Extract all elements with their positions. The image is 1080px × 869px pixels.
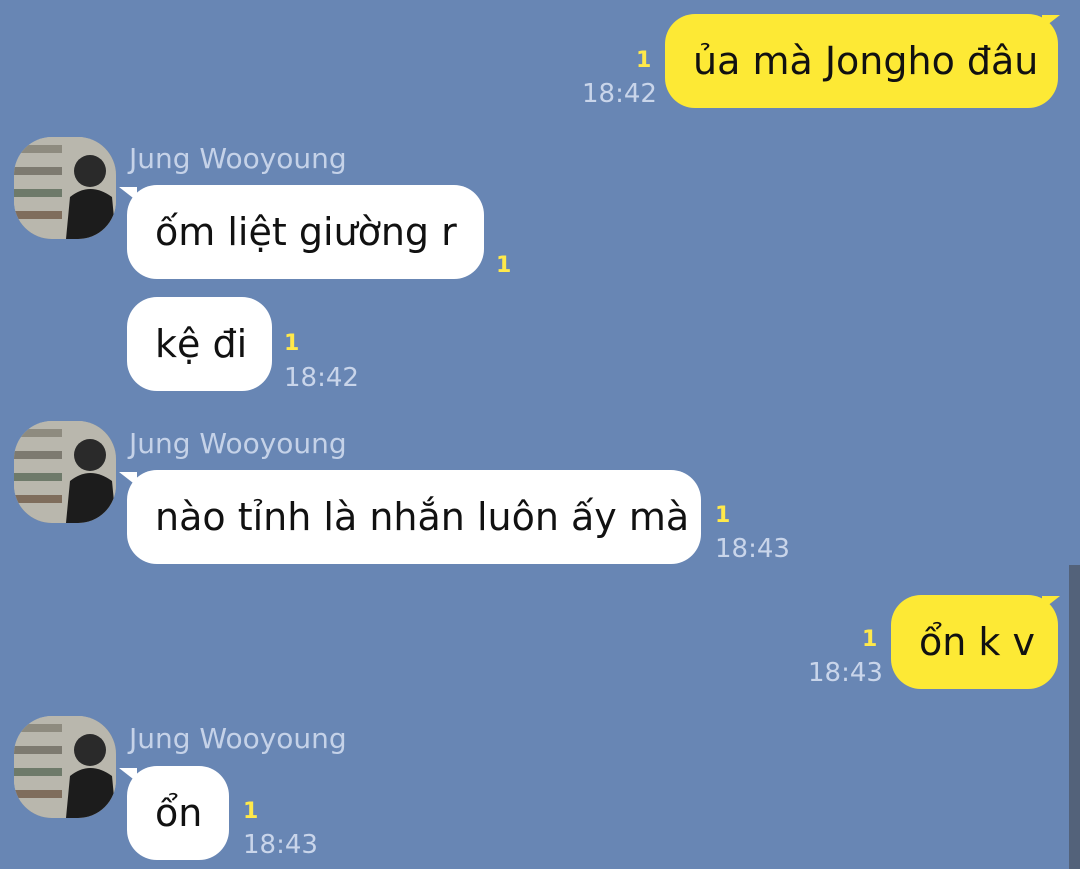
avatar-photo-icon [14,137,116,239]
message-text: nào tỉnh là nhắn luôn ấy mà [155,495,690,539]
message-text: ổn [155,791,203,835]
message-text: ốm liệt giường r [155,210,457,254]
unread-count: 1 [715,503,731,528]
bubble-tail [1042,596,1060,610]
unread-count: 1 [862,627,878,652]
incoming-message-bubble[interactable]: kệ đi [127,297,272,391]
bubble-tail [1042,15,1060,29]
bubble-tail [119,187,137,201]
message-text: ủa mà Jongho đâu [693,39,1039,83]
outgoing-message-bubble[interactable]: ổn k v [891,595,1058,689]
message-time: 18:42 [284,363,359,393]
sender-name: Jung Wooyoung [129,427,347,460]
message-time: 18:43 [715,534,790,564]
bubble-tail [119,472,137,486]
sender-name: Jung Wooyoung [129,142,347,175]
incoming-message-bubble[interactable]: nào tỉnh là nhắn luôn ấy mà [127,470,701,564]
unread-count: 1 [284,331,300,356]
unread-count: 1 [636,48,652,73]
message-text: kệ đi [155,322,248,366]
bubble-tail [119,768,137,782]
scrollbar[interactable] [1069,565,1080,869]
incoming-message-bubble[interactable]: ốm liệt giường r [127,185,484,279]
incoming-message-bubble[interactable]: ổn [127,766,229,860]
sender-avatar[interactable] [14,716,116,818]
message-time: 18:43 [243,830,318,860]
message-text: ổn k v [919,620,1035,664]
sender-avatar[interactable] [14,421,116,523]
outgoing-message-bubble[interactable]: ủa mà Jongho đâu [665,14,1058,108]
message-time: 18:42 [582,79,657,109]
message-time: 18:43 [808,658,883,688]
avatar-photo-icon [14,716,116,818]
sender-avatar[interactable] [14,137,116,239]
avatar-photo-icon [14,421,116,523]
unread-count: 1 [496,253,512,278]
sender-name: Jung Wooyoung [129,722,347,755]
unread-count: 1 [243,799,259,824]
